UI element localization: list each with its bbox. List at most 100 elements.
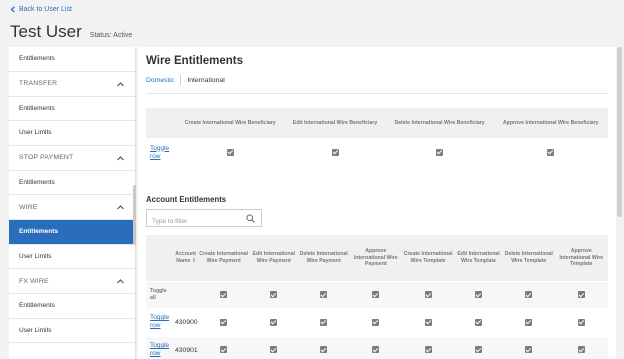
sidebar-item[interactable]: Entitlements [9,171,135,195]
table-row: Toggle row [146,138,608,167]
tabs-divider [146,93,608,94]
column-header: Delete International Wire Beneficiary [394,119,485,126]
tab-divider [180,75,182,85]
toggle-all-row: Toggle all [146,281,608,309]
main-scrollbar[interactable] [617,47,622,217]
page-header: Test User Status: Active [10,22,132,42]
entitlement-checkbox[interactable] [320,318,328,326]
sidebar-item[interactable]: Entitlements [9,47,135,72]
entitlement-checkbox[interactable] [220,346,228,354]
entitlement-checkbox[interactable] [270,346,278,354]
entitlement-checkbox[interactable] [372,318,380,326]
chevron-up-icon[interactable] [116,80,125,89]
beneficiary-entitlements-table: Create International Wire Beneficiary Ed… [146,108,608,167]
sidebar-item[interactable]: User Limits [9,245,135,269]
status-label: Status: Active [89,32,133,39]
main-panel: Wire Entitlements Domestic International… [138,47,616,359]
account-name-column-header[interactable]: Account Name ⇕ [172,235,198,281]
column-header: Approve International Wire Beneficiary [502,119,599,126]
column-header: Edit International Wire Beneficiary [292,119,378,126]
tab-bar: Domestic International [146,75,225,85]
entitlement-checkbox[interactable] [320,346,328,354]
checkbox-edit-beneficiary[interactable] [331,148,339,156]
entitlement-checkbox[interactable] [424,346,432,354]
toggle-all-checkbox[interactable] [577,291,585,299]
chevron-up-icon[interactable] [116,277,125,286]
column-header: Delete International Wire Payment [299,251,348,264]
tab-international[interactable]: International [187,77,224,84]
sidebar-item-label: Entitlements [19,228,59,236]
sidebar-item-label: User Limits [19,326,52,334]
table-row: Toggle row 430901 [146,336,608,359]
checkbox-create-beneficiary[interactable] [226,148,234,156]
column-header: Create International Wire Beneficiary [184,119,276,126]
entitlement-checkbox[interactable] [424,318,432,326]
sidebar-item[interactable]: User Limits [9,319,135,343]
checkbox-delete-beneficiary[interactable] [436,148,444,156]
column-header: Edit International Wire Template [457,251,500,264]
sidebar-section-header[interactable]: STOP PAYMENT [9,146,135,171]
toggle-all-checkbox[interactable] [475,291,483,299]
sidebar: Entitlements TRANSFER Entitlements User Lim… [9,47,136,359]
sidebar-item-label: User Limits [19,129,52,137]
entitlement-checkbox[interactable] [525,318,533,326]
column-header: Approve International Wire Template [559,248,604,267]
entitlement-checkbox[interactable] [475,346,483,354]
page-title: Test User [10,22,82,41]
toggle-row-link[interactable]: Toggle row [150,342,172,358]
sidebar-item-label: Entitlements [19,302,55,310]
toggle-all-checkbox[interactable] [424,291,432,299]
tab-domestic[interactable]: Domestic [146,77,174,84]
sidebar-section-header[interactable]: FX WIRE [9,269,135,294]
sidebar-item[interactable]: Entitlements [9,220,135,245]
account-entitlements-table: Account Name ⇕ Create International Wire… [146,235,608,359]
sidebar-item-label: Entitlements [19,104,55,112]
table-header-row: Account Name ⇕ Create International Wire… [146,235,608,281]
search-icon[interactable] [246,214,255,223]
table-header-row: Create International Wire Beneficiary Ed… [146,108,608,138]
sidebar-section-header[interactable]: WIRE [9,195,135,220]
sort-icon[interactable]: ⇕ [192,258,196,264]
chevron-left-icon [10,6,15,13]
sidebar-item-label: FX WIRE [19,277,49,285]
column-header: Create International Wire Template [403,251,453,264]
toggle-row-link[interactable]: Toggle row [150,314,172,330]
entitlement-checkbox[interactable] [475,318,483,326]
toggle-all-checkbox[interactable] [220,291,228,299]
toggle-all-checkbox[interactable] [270,291,278,299]
entitlement-checkbox[interactable] [577,318,585,326]
toggle-column-header [146,235,172,281]
toggle-all-checkbox[interactable] [525,291,533,299]
chevron-up-icon[interactable] [116,203,125,212]
chevron-up-icon[interactable] [116,154,125,163]
sidebar-item-label: WIRE [19,203,38,211]
entitlement-checkbox[interactable] [525,346,533,354]
back-link-label: Back to User List [19,6,72,13]
filter-box [146,209,262,230]
sidebar-section-header[interactable]: TRANSFER [9,72,135,97]
sidebar-item-label: Entitlements [19,178,55,186]
toggle-all-label[interactable]: Toggle all [146,281,198,309]
sidebar-item[interactable]: User Limits [9,121,135,146]
checkbox-approve-beneficiary[interactable] [547,148,555,156]
sidebar-item[interactable]: Entitlements [9,97,135,121]
filter-input[interactable] [147,213,242,230]
column-header: Edit International Wire Payment [252,251,295,264]
sidebar-item-label: STOP PAYMENT [19,154,74,161]
toggle-row-link[interactable]: Toggle row [150,145,174,161]
entitlement-checkbox[interactable] [270,318,278,326]
table-row: Toggle row 430900 [146,308,608,336]
entitlement-checkbox[interactable] [577,346,585,354]
sidebar-scrollbar[interactable] [133,185,136,245]
toggle-all-checkbox[interactable] [372,291,380,299]
sidebar-item-label: TRANSFER [19,80,58,87]
back-to-user-list-link[interactable]: Back to User List [10,6,72,13]
toggle-all-checkbox[interactable] [320,291,328,299]
sidebar-item[interactable]: Entitlements [9,294,135,319]
column-header: Delete International Wire Template [504,251,553,264]
toggle-column-header [146,108,176,138]
account-name-cell: 430901 [175,346,198,354]
entitlement-checkbox[interactable] [372,346,380,354]
entitlement-checkbox[interactable] [220,318,228,326]
sidebar-item-label: User Limits [19,252,52,260]
